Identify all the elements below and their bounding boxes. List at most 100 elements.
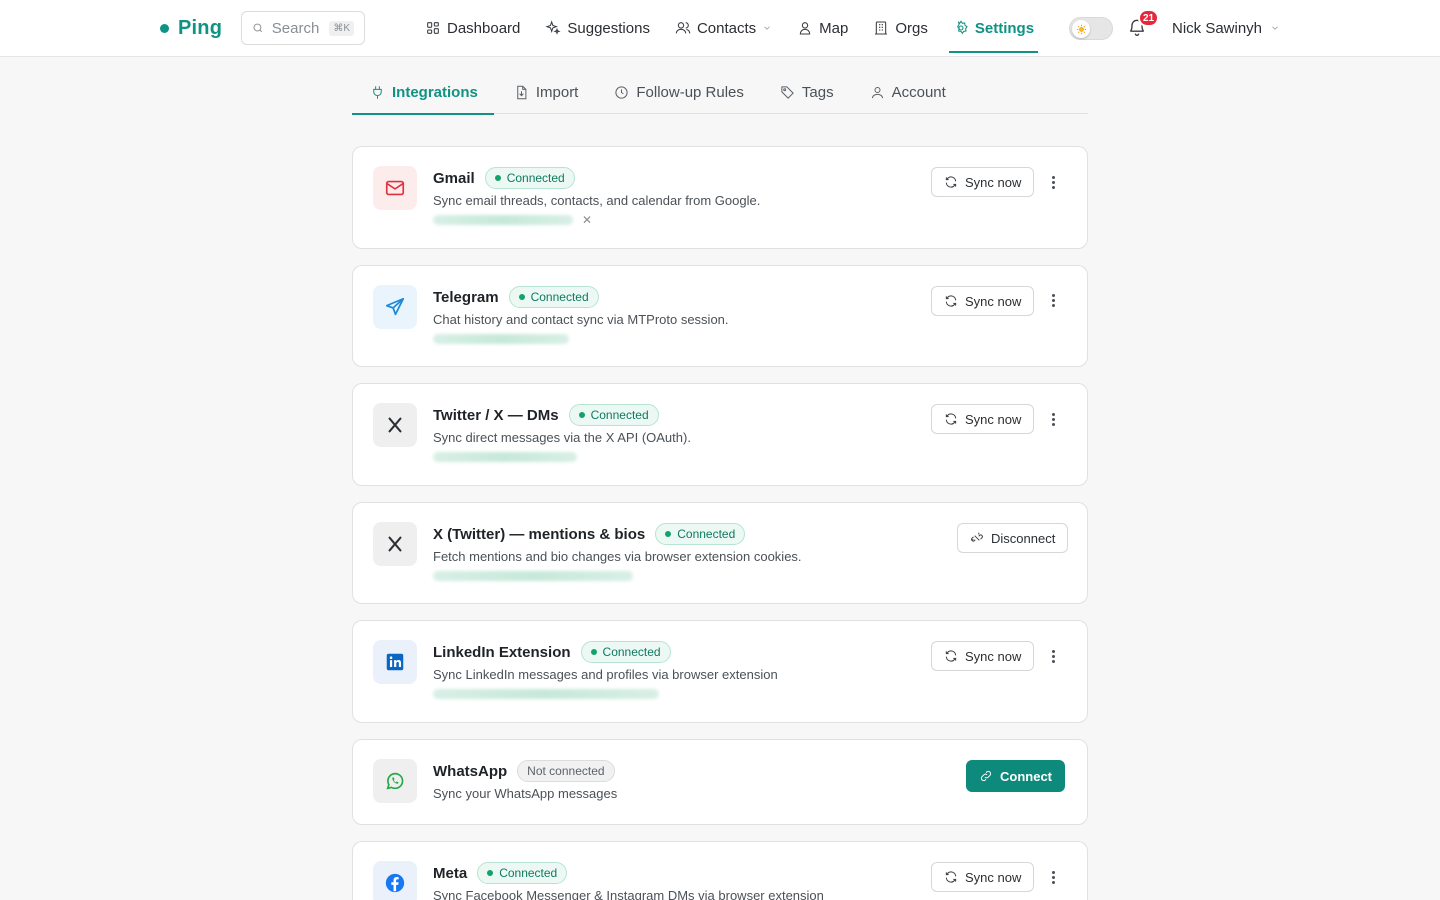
app-name: Ping: [178, 16, 223, 39]
redacted-account: [433, 452, 577, 462]
more-options-icon[interactable]: [1045, 290, 1061, 310]
search-input[interactable]: Search ⌘K: [241, 11, 365, 45]
button-label: Sync now: [965, 411, 1022, 427]
linkedin-icon: [386, 653, 404, 671]
tab-follow-up-rules[interactable]: Follow-up Rules: [598, 70, 760, 114]
status-badge: Connected: [484, 167, 575, 189]
remove-account-icon[interactable]: ✕: [582, 213, 592, 227]
sync-now-button[interactable]: Sync now: [931, 641, 1035, 671]
integration-name: WhatsApp: [433, 762, 508, 780]
app-logo[interactable]: Ping: [160, 16, 222, 40]
status-badge: Connected: [477, 862, 568, 884]
settings-tabs: Integrations Import Follow-up Rules Tags…: [352, 70, 1088, 115]
gear-icon: [956, 20, 968, 35]
nav-dashboard[interactable]: Dashboard: [425, 0, 520, 56]
user-name: Nick Sawinyh: [1172, 19, 1263, 37]
send-icon: [385, 297, 405, 316]
tab-label: Tags: [801, 83, 834, 101]
sync-now-button[interactable]: Sync now: [931, 167, 1035, 197]
status-badge: Connected: [580, 641, 671, 663]
more-options-icon[interactable]: [1045, 172, 1061, 192]
status-badge: Connected: [508, 286, 599, 308]
tab-tags[interactable]: Tags: [764, 70, 850, 114]
tab-label: Follow-up Rules: [636, 83, 744, 101]
building-icon: [875, 21, 888, 35]
x-logo-icon: [388, 536, 402, 552]
connect-button[interactable]: Connect: [966, 760, 1065, 792]
card-body: Meta Connected Sync Facebook Messenger &…: [433, 861, 824, 900]
integration-card-meta: Meta Connected Sync Facebook Messenger &…: [352, 841, 1088, 900]
card-body: WhatsApp Not connected Sync your WhatsAp…: [433, 759, 617, 801]
dashboard-icon: [427, 22, 439, 34]
integration-name: Gmail: [433, 169, 475, 187]
chevron-down-icon: [1272, 26, 1278, 30]
integration-name: LinkedIn Extension: [433, 643, 571, 661]
tag-icon: [781, 85, 794, 99]
main-nav: Dashboard Suggestions Contacts Map Orgs …: [425, 0, 1039, 56]
x-icon-tile: [373, 522, 417, 566]
more-options-icon[interactable]: [1045, 409, 1061, 429]
plug-icon: [373, 85, 382, 99]
linkedin-icon-tile: [373, 640, 417, 684]
meta-icon-tile: [373, 861, 417, 900]
file-import-icon: [517, 85, 527, 99]
x-logo-icon: [388, 417, 402, 433]
nav-label: Settings: [974, 19, 1035, 37]
toggle-knob: [1072, 20, 1090, 38]
sync-now-button[interactable]: Sync now: [931, 862, 1035, 892]
user-icon: [871, 86, 883, 98]
clock-icon: [615, 85, 628, 99]
disconnect-button[interactable]: Disconnect: [957, 523, 1069, 553]
refresh-icon: [945, 176, 957, 188]
tab-label: Import: [535, 83, 579, 101]
logo-dot-icon: [160, 23, 169, 33]
nav-label: Dashboard: [447, 19, 521, 37]
sync-now-button[interactable]: Sync now: [931, 404, 1035, 434]
theme-toggle[interactable]: [1069, 17, 1113, 40]
more-options-icon[interactable]: [1045, 867, 1061, 887]
button-label: Sync now: [965, 174, 1022, 190]
search-icon: [253, 23, 263, 33]
user-menu[interactable]: Nick Sawinyh: [1172, 17, 1280, 39]
map-pin-icon: [799, 22, 811, 35]
search-placeholder: Search: [271, 19, 320, 37]
tab-account[interactable]: Account: [854, 70, 962, 114]
nav-map[interactable]: Map: [797, 0, 848, 56]
notifications-button[interactable]: 21: [1127, 9, 1160, 39]
sparkles-icon: [545, 20, 561, 35]
button-label: Sync now: [965, 869, 1022, 885]
sync-now-button[interactable]: Sync now: [931, 286, 1035, 316]
whatsapp-icon-tile: [373, 759, 417, 803]
card-body: LinkedIn Extension Connected Sync Linked…: [433, 640, 778, 699]
tab-integrations[interactable]: Integrations: [352, 70, 494, 115]
integration-card-twitter-dms: Twitter / X — DMs Connected Sync direct …: [352, 383, 1088, 486]
notification-count-badge: 21: [1138, 9, 1160, 27]
status-badge: Connected: [655, 523, 746, 545]
nav-label: Contacts: [696, 19, 757, 37]
integration-description: Sync email threads, contacts, and calend…: [433, 193, 761, 208]
nav-suggestions[interactable]: Suggestions: [545, 0, 650, 56]
nav-contacts[interactable]: Contacts: [675, 0, 772, 56]
refresh-icon: [945, 413, 957, 425]
nav-orgs[interactable]: Orgs: [873, 0, 928, 56]
button-label: Sync now: [965, 648, 1022, 664]
redacted-account: [433, 571, 633, 581]
link-icon: [980, 770, 992, 782]
card-body: Gmail Connected Sync email threads, cont…: [433, 166, 760, 225]
more-options-icon[interactable]: [1045, 646, 1061, 666]
whatsapp-icon: [386, 772, 404, 790]
card-body: Twitter / X — DMs Connected Sync direct …: [433, 403, 691, 462]
integration-description: Sync Facebook Messenger & Instagram DMs …: [433, 888, 824, 900]
chevron-down-icon: [764, 26, 770, 30]
integration-description: Sync direct messages via the X API (OAut…: [433, 430, 691, 445]
card-body: X (Twitter) — mentions & bios Connected …: [433, 522, 802, 581]
nav-settings[interactable]: Settings: [948, 0, 1039, 56]
tab-import[interactable]: Import: [498, 70, 595, 114]
status-badge: Connected: [568, 404, 659, 426]
integration-card-whatsapp: WhatsApp Not connected Sync your WhatsAp…: [352, 739, 1088, 825]
tab-label: Account: [891, 83, 946, 101]
x-icon-tile: [373, 403, 417, 447]
integration-description: Sync LinkedIn messages and profiles via …: [433, 667, 778, 682]
card-body: Telegram Connected Chat history and cont…: [433, 285, 729, 344]
integration-name: Meta: [433, 864, 468, 882]
